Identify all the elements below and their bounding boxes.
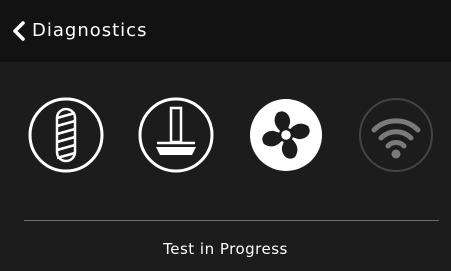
build-plate-test-button[interactable] bbox=[137, 96, 215, 174]
extruder-screw-icon bbox=[27, 96, 105, 174]
wifi-test-button[interactable] bbox=[357, 96, 435, 174]
build-plate-icon bbox=[137, 96, 215, 174]
page-title: Diagnostics bbox=[32, 20, 148, 41]
fan-test-button[interactable] bbox=[247, 96, 325, 174]
fan-icon bbox=[247, 96, 325, 174]
diagnostic-tests-row bbox=[0, 96, 451, 174]
back-button[interactable]: Diagnostics bbox=[12, 18, 147, 44]
header-bar: Diagnostics bbox=[0, 0, 451, 62]
extruder-screw-test-button[interactable] bbox=[27, 96, 105, 174]
divider bbox=[24, 220, 439, 221]
wifi-icon bbox=[357, 96, 435, 174]
chevron-left-icon bbox=[12, 21, 26, 41]
status-text: Test in Progress bbox=[163, 240, 288, 258]
